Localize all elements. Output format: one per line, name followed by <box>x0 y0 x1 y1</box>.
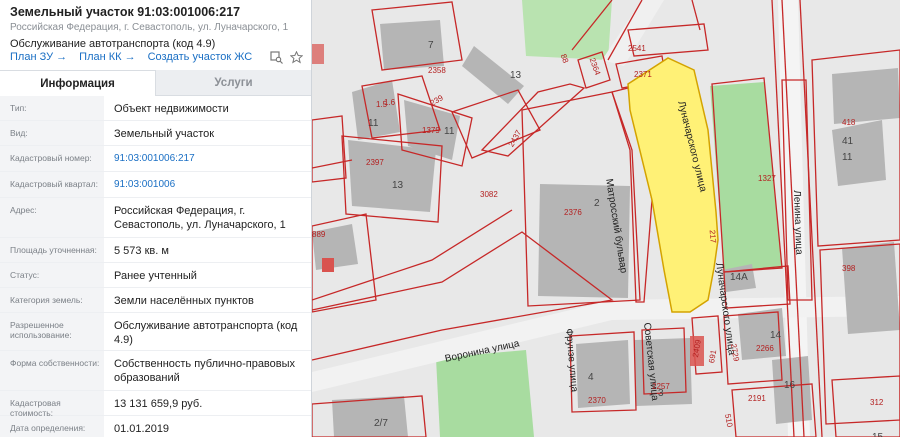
cadastral-quarter-link[interactable]: 91:03:001006 <box>104 172 311 197</box>
tab-info[interactable]: Информация <box>0 70 156 96</box>
star-icon[interactable] <box>289 50 303 64</box>
info-key: Дата определения: <box>0 416 104 437</box>
info-value: Земли населённых пунктов <box>104 288 311 312</box>
building-number: 11 <box>368 118 379 129</box>
info-key: Кадастровый номер: <box>0 146 104 171</box>
parcel-number: 2371 <box>634 70 652 79</box>
parcel-number: 2370 <box>588 396 606 405</box>
info-row-address: Адрес: Российская Федерация, г. Севастоп… <box>0 198 311 238</box>
parcel-number: 889 <box>312 230 326 239</box>
building-number: 2/7 <box>374 418 388 429</box>
info-row-valuation-date: Дата определения: 01.01.2019 <box>0 416 311 437</box>
info-key: Тип: <box>0 96 104 120</box>
info-row-cadastral-value: Кадастровая стоимость: 13 131 659,9 руб. <box>0 391 311 418</box>
info-value: Объект недвижимости <box>104 96 311 120</box>
panel-header: Земельный участок 91:03:001006:217 Росси… <box>0 0 311 66</box>
info-row-permitted-use: Разрешенное использование: Обслуживание … <box>0 313 311 351</box>
info-value: Собственность публично-правовых образова… <box>104 351 311 390</box>
info-key: Форма собственности: <box>0 351 104 390</box>
building-number: 11 <box>444 126 455 137</box>
parcel-number: 1327 <box>758 174 776 183</box>
parcel-marker <box>312 44 324 64</box>
info-key: Кадастровый квартал: <box>0 172 104 197</box>
arrow-right-icon: → <box>56 51 68 63</box>
building-number: 16 <box>784 380 796 391</box>
building-number: 7 <box>428 40 434 51</box>
parcel-number: 2358 <box>428 66 446 75</box>
building-number: 15 <box>872 432 883 437</box>
cadastral-map[interactable]: Матросский бульвар Луначарского улица Ле… <box>312 0 900 437</box>
info-key: Статус: <box>0 263 104 287</box>
parcel-number: 2541 <box>628 44 646 53</box>
parcel-title: Земельный участок 91:03:001006:217 <box>10 5 241 19</box>
info-value: 5 573 кв. м <box>104 238 311 262</box>
map-search-icon[interactable] <box>269 50 283 64</box>
parcel-number: 418 <box>842 118 856 127</box>
info-key: Площадь уточненная: <box>0 238 104 262</box>
info-key: Вид: <box>0 121 104 145</box>
info-value: 01.01.2019 <box>104 416 311 437</box>
park-area <box>522 0 612 60</box>
parcel-number: 217 <box>707 229 718 244</box>
info-row-area: Площадь уточненная: 5 573 кв. м <box>0 238 311 263</box>
parcel-marker <box>322 258 334 272</box>
building-number: 14 <box>770 330 782 341</box>
parcel-number: 3082 <box>480 190 498 199</box>
info-key: Кадастровая стоимость: <box>0 391 104 418</box>
info-row-cadastral-quarter: Кадастровый квартал: 91:03:001006 <box>0 172 311 198</box>
info-value: Ранее учтенный <box>104 263 311 287</box>
info-row-type: Тип: Объект недвижимости <box>0 96 311 121</box>
parcel-number: 2376 <box>564 208 582 217</box>
panel-tabs: Информация Услуги <box>0 70 311 96</box>
building-number: 14А <box>730 272 748 283</box>
info-table: Тип: Объект недвижимости Вид: Земельный … <box>0 96 311 437</box>
info-row-ownership: Форма собственности: Собственность публи… <box>0 351 311 391</box>
stadium-area <box>436 350 534 437</box>
parcel-number: 312 <box>870 398 884 407</box>
info-value: Российская Федерация, г. Севастополь, ул… <box>104 198 311 237</box>
map-canvas[interactable] <box>312 0 900 437</box>
info-row-status: Статус: Ранее учтенный <box>0 263 311 288</box>
tab-services[interactable]: Услуги <box>156 70 311 96</box>
building-number: 2 <box>594 198 600 209</box>
parcel-number: 2257 <box>652 382 670 391</box>
info-key: Адрес: <box>0 198 104 237</box>
parcel-number: 2191 <box>748 394 766 403</box>
info-panel: Земельный участок 91:03:001006:217 Росси… <box>0 0 312 437</box>
building-number: 13 <box>392 180 404 191</box>
plan-kk-link[interactable]: План КК → <box>79 51 135 63</box>
info-value: Земельный участок <box>104 121 311 145</box>
info-key: Категория земель: <box>0 288 104 312</box>
parcel-number: 2266 <box>756 344 774 353</box>
building-number: 41 <box>842 136 854 147</box>
info-value: 13 131 659,9 руб. <box>104 391 311 415</box>
parcel-number: 1.5 <box>376 100 388 109</box>
building-number: 13 <box>510 70 522 81</box>
parcel-address: Российская Федерация, г. Севастополь, ул… <box>10 22 289 33</box>
parcel-number: 2397 <box>366 158 384 167</box>
info-row-cadastral-number: Кадастровый номер: 91:03:001006:217 <box>0 146 311 172</box>
selected-parcel <box>627 57 719 313</box>
building-number: 4 <box>588 372 594 383</box>
cadastral-number-link[interactable]: 91:03:001006:217 <box>104 146 311 171</box>
parcel-usage: Обслуживание автотранспорта (код 4.9) <box>10 38 216 50</box>
header-icons <box>269 50 303 64</box>
info-value: Обслуживание автотранспорта (код 4.9) <box>104 313 311 350</box>
plan-zu-link[interactable]: План ЗУ → <box>10 51 67 63</box>
parcel-number: 398 <box>842 264 856 273</box>
create-parcel-link[interactable]: Создать участок ЖС <box>148 51 253 63</box>
parcel-number: 1379 <box>422 126 440 135</box>
action-links: План ЗУ → План КК → Создать участок ЖС <box>10 51 252 63</box>
arrow-right-icon: → <box>124 51 136 63</box>
info-row-land-category: Категория земель: Земли населённых пункт… <box>0 288 311 313</box>
info-key: Разрешенное использование: <box>0 313 104 350</box>
info-row-kind: Вид: Земельный участок <box>0 121 311 146</box>
building-number: 11 <box>842 152 853 163</box>
